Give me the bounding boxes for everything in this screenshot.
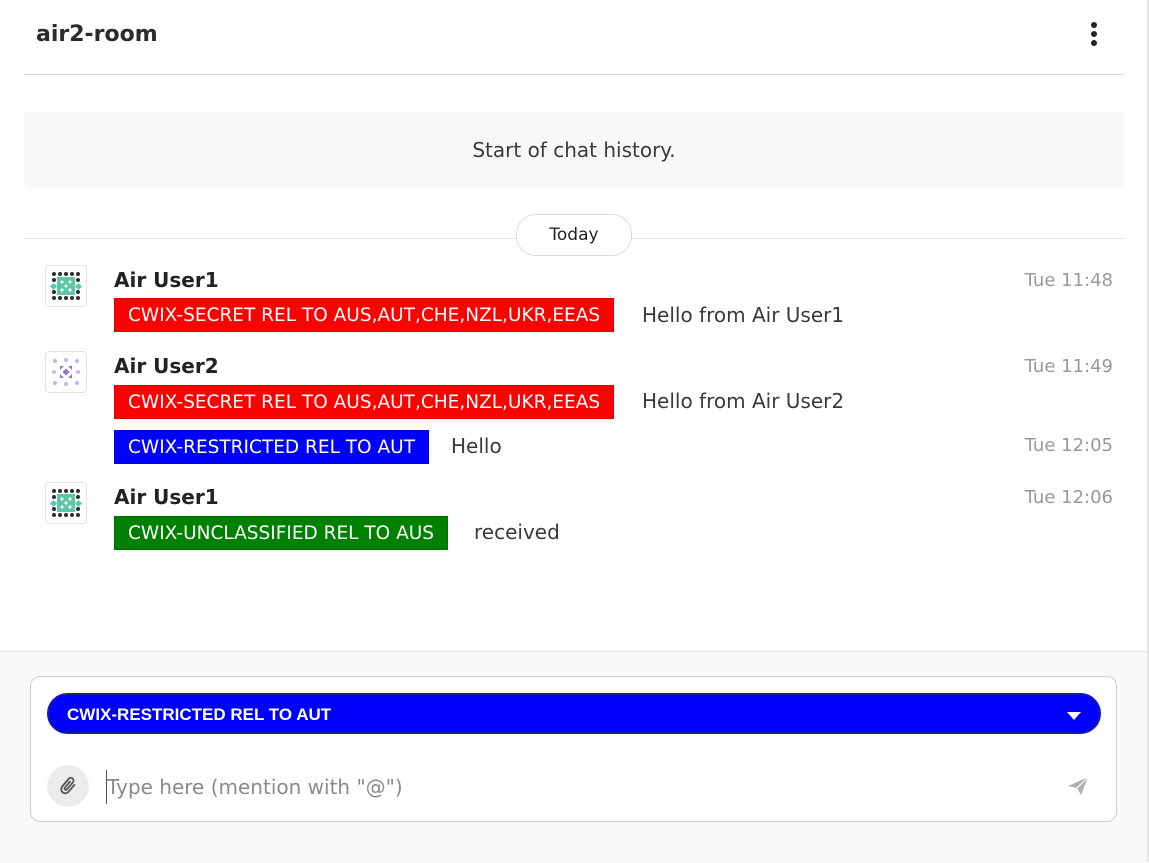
classification-select[interactable]: CWIX-RESTRICTED REL TO AUT xyxy=(47,693,1101,734)
classification-badge: CWIX-SECRET REL TO AUS,AUT,CHE,NZL,UKR,E… xyxy=(114,298,615,332)
room-header: air2-room xyxy=(24,0,1124,75)
message-timestamp: Tue 12:06 xyxy=(1024,487,1113,508)
message-timestamp: Tue 11:49 xyxy=(1024,356,1113,377)
chevron-down-icon xyxy=(1067,712,1081,720)
avatar-air-user2[interactable] xyxy=(45,351,87,393)
history-banner-text: Start of chat history. xyxy=(472,138,676,162)
message-timestamp: Tue 11:48 xyxy=(1024,270,1113,291)
day-divider-label: Today xyxy=(516,214,632,256)
more-vertical-icon[interactable] xyxy=(1088,22,1100,52)
send-icon[interactable] xyxy=(1066,775,1092,799)
avatar-air-user1[interactable] xyxy=(45,265,87,307)
room-title: air2-room xyxy=(36,22,158,47)
message-text: Hello xyxy=(451,434,502,458)
classification-badge: CWIX-SECRET REL TO AUS,AUT,CHE,NZL,UKR,E… xyxy=(114,385,615,419)
message-text: Hello from Air User1 xyxy=(642,303,845,327)
classification-badge: CWIX-UNCLASSIFIED REL TO AUS xyxy=(114,516,449,550)
message-sender[interactable]: Air User2 xyxy=(114,354,219,378)
message-text: received xyxy=(474,520,560,544)
message-input[interactable] xyxy=(106,770,1047,804)
message-sender[interactable]: Air User1 xyxy=(114,268,219,292)
classification-select-value: CWIX-RESTRICTED REL TO AUT xyxy=(67,705,332,724)
message-text: Hello from Air User2 xyxy=(642,389,845,413)
paperclip-icon[interactable] xyxy=(47,765,89,807)
message-timestamp: Tue 12:05 xyxy=(1024,435,1113,456)
avatar-air-user1[interactable] xyxy=(45,482,87,524)
chat-history-start-banner: Start of chat history. xyxy=(24,111,1124,189)
message-sender[interactable]: Air User1 xyxy=(114,485,219,509)
chat-window: air2-room Start of chat history. Today A… xyxy=(0,0,1149,863)
classification-badge: CWIX-RESTRICTED REL TO AUT xyxy=(114,430,429,464)
